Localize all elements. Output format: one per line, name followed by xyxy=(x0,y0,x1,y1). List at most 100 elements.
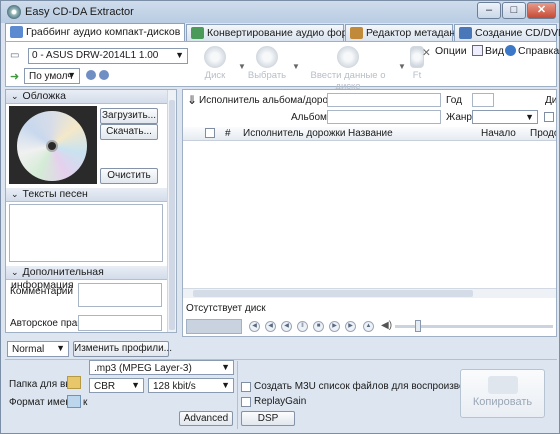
format-icon[interactable] xyxy=(67,395,81,408)
col-start[interactable]: Начало xyxy=(481,128,516,139)
stop-icon[interactable]: ■ xyxy=(313,321,324,332)
lyrics-field[interactable] xyxy=(9,204,163,262)
disc-checkbox[interactable] xyxy=(544,112,554,122)
m3u-label: Создать M3U список файлов для воспроизве… xyxy=(254,381,493,392)
col-title[interactable]: Название xyxy=(348,128,393,139)
tab-convert[interactable]: Конвертирование аудио форматов xyxy=(186,24,376,41)
tab-label: Создание CD/DVD xyxy=(475,27,560,39)
view-menu[interactable]: Вид xyxy=(472,45,504,57)
change-profile-button[interactable]: Изменить профили... xyxy=(73,341,172,357)
cd-icon xyxy=(10,26,23,38)
maximize-button[interactable]: □ xyxy=(502,2,526,19)
eject-icon[interactable]: ▲ xyxy=(363,321,374,332)
year-field[interactable] xyxy=(472,93,494,107)
toolbar-panel: ▭ 0 - ASUS DRW-2014L1 1.00 ▼ ➜ По умолч ▼ … xyxy=(5,41,559,92)
load-cover-button[interactable]: Загрузить... xyxy=(100,108,158,124)
copy-button[interactable]: Копировать xyxy=(460,369,545,418)
scrollbar-thumb[interactable] xyxy=(169,100,175,330)
view-label: Вид xyxy=(485,45,504,57)
extra-info-header[interactable]: ⌄ Дополнительная информация xyxy=(6,266,168,291)
disc-hole xyxy=(46,140,58,152)
profile-value: Normal xyxy=(12,344,45,355)
tag-icon xyxy=(350,27,363,39)
up-icon[interactable] xyxy=(86,70,96,80)
advanced-button[interactable]: Advanced xyxy=(179,411,233,426)
disc-image xyxy=(17,111,87,181)
mode-select[interactable]: CBR ▼ xyxy=(89,378,144,393)
minimize-button[interactable]: – xyxy=(477,2,501,19)
window-title: Easy CD-DA Extractor xyxy=(25,6,134,18)
dsp-button[interactable]: DSP xyxy=(241,411,295,426)
track-list[interactable] xyxy=(183,142,556,288)
scrollbar-thumb[interactable] xyxy=(193,290,473,297)
collapse-icon: ⌄ xyxy=(11,91,19,101)
tab-label: Граббинг аудио компакт-дисков xyxy=(26,26,181,38)
next-icon[interactable]: ▶ xyxy=(345,321,356,332)
col-duration[interactable]: Продо xyxy=(530,128,556,139)
lyrics-header-label: Тексты песен xyxy=(22,188,88,200)
comment-field[interactable] xyxy=(78,283,162,307)
options-menu[interactable]: ✕ Опции xyxy=(422,45,467,59)
col-track-artist[interactable]: Исполнитель дорожки xyxy=(243,128,345,139)
seek-slider[interactable] xyxy=(445,325,553,328)
output-settings: Normal ▼ Изменить профили... Папка для вы… xyxy=(5,339,557,431)
comment-label: Комментарий xyxy=(10,286,73,297)
lyrics-header[interactable]: ⌄ Тексты песен xyxy=(6,188,168,202)
tab-cd-ripping[interactable]: Граббинг аудио компакт-дисков xyxy=(5,23,185,41)
disc-button[interactable]: Диск xyxy=(192,46,238,86)
clear-cover-button[interactable]: Очистить xyxy=(100,168,158,184)
convert-icon xyxy=(191,27,204,39)
enter-disc-data-button[interactable]: Ввести данные о диске xyxy=(300,46,396,92)
album-artist-field[interactable] xyxy=(327,93,441,107)
cover-header[interactable]: ⌄ Обложка xyxy=(6,90,168,104)
select-button[interactable]: Выбрать xyxy=(244,46,290,86)
chevron-down-icon: ▼ xyxy=(56,343,65,353)
disc-icon xyxy=(204,46,226,68)
profile-select[interactable]: Normal ▼ xyxy=(7,341,69,357)
chevron-down-icon[interactable]: ▼ xyxy=(292,62,300,71)
volume-icon: ◀) xyxy=(381,320,393,331)
album-field[interactable] xyxy=(327,110,441,124)
chevron-down-icon: ▼ xyxy=(221,380,230,390)
codec-select[interactable]: .mp3 (MPEG Layer-3) ▼ xyxy=(89,360,234,375)
rewind-icon[interactable]: ◀ xyxy=(281,321,292,332)
tab-metadata[interactable]: Редактор метаданных xyxy=(345,24,474,41)
replaygain-label: ReplayGain xyxy=(254,396,307,407)
col-number[interactable]: # xyxy=(225,128,231,139)
drive-select[interactable]: 0 - ASUS DRW-2014L1 1.00 ▼ xyxy=(28,48,188,64)
divider xyxy=(5,359,557,360)
volume-slider-thumb[interactable] xyxy=(415,320,421,332)
bitrate-value: 128 kbit/s xyxy=(153,381,196,392)
rewind-icon[interactable]: ◀ xyxy=(265,321,276,332)
folder-icon[interactable] xyxy=(67,376,81,389)
pause-icon[interactable]: ‖ xyxy=(297,321,308,332)
replaygain-checkbox[interactable] xyxy=(241,397,251,407)
bitrate-select[interactable]: 128 kbit/s ▼ xyxy=(148,378,234,393)
album-artist-label: Исполнитель альбома/дорожки xyxy=(199,95,345,106)
main-tabs: Граббинг аудио компакт-дисков Конвертиро… xyxy=(5,23,560,41)
close-button[interactable]: ✕ xyxy=(527,2,556,19)
genre-select[interactable]: ▼ xyxy=(472,110,538,124)
arrow-down-icon: ⇓ xyxy=(187,93,198,107)
chevron-down-icon: ▼ xyxy=(175,50,184,60)
copyright-field[interactable] xyxy=(78,315,162,331)
speed-select[interactable]: По умолч ▼ xyxy=(24,68,80,84)
tab-burn[interactable]: Создание CD/DVD xyxy=(454,24,560,41)
player-bar: ◀ ◀ ◀ ‖ ■ ▶ ▶ ▲ ◀) xyxy=(183,316,556,336)
help-label: Справка xyxy=(518,45,560,57)
m3u-checkbox[interactable] xyxy=(241,382,251,392)
select-icon xyxy=(256,46,278,68)
track-list-hscrollbar[interactable] xyxy=(183,288,556,298)
play-icon[interactable]: ▶ xyxy=(329,321,340,332)
download-cover-button[interactable]: Скачать... xyxy=(100,124,158,140)
down-icon[interactable] xyxy=(99,70,109,80)
select-all-checkbox[interactable] xyxy=(205,128,215,138)
track-table-header: # Исполнитель дорожки Название Начало Пр… xyxy=(183,127,556,141)
side-panel-scrollbar[interactable] xyxy=(167,90,176,332)
copy-icon xyxy=(487,376,518,394)
help-menu[interactable]: Справка xyxy=(505,45,559,57)
previous-icon[interactable]: ◀ xyxy=(249,321,260,332)
collapse-icon: ⌄ xyxy=(11,267,19,277)
mode-value: CBR xyxy=(94,381,116,392)
divider xyxy=(237,361,238,429)
